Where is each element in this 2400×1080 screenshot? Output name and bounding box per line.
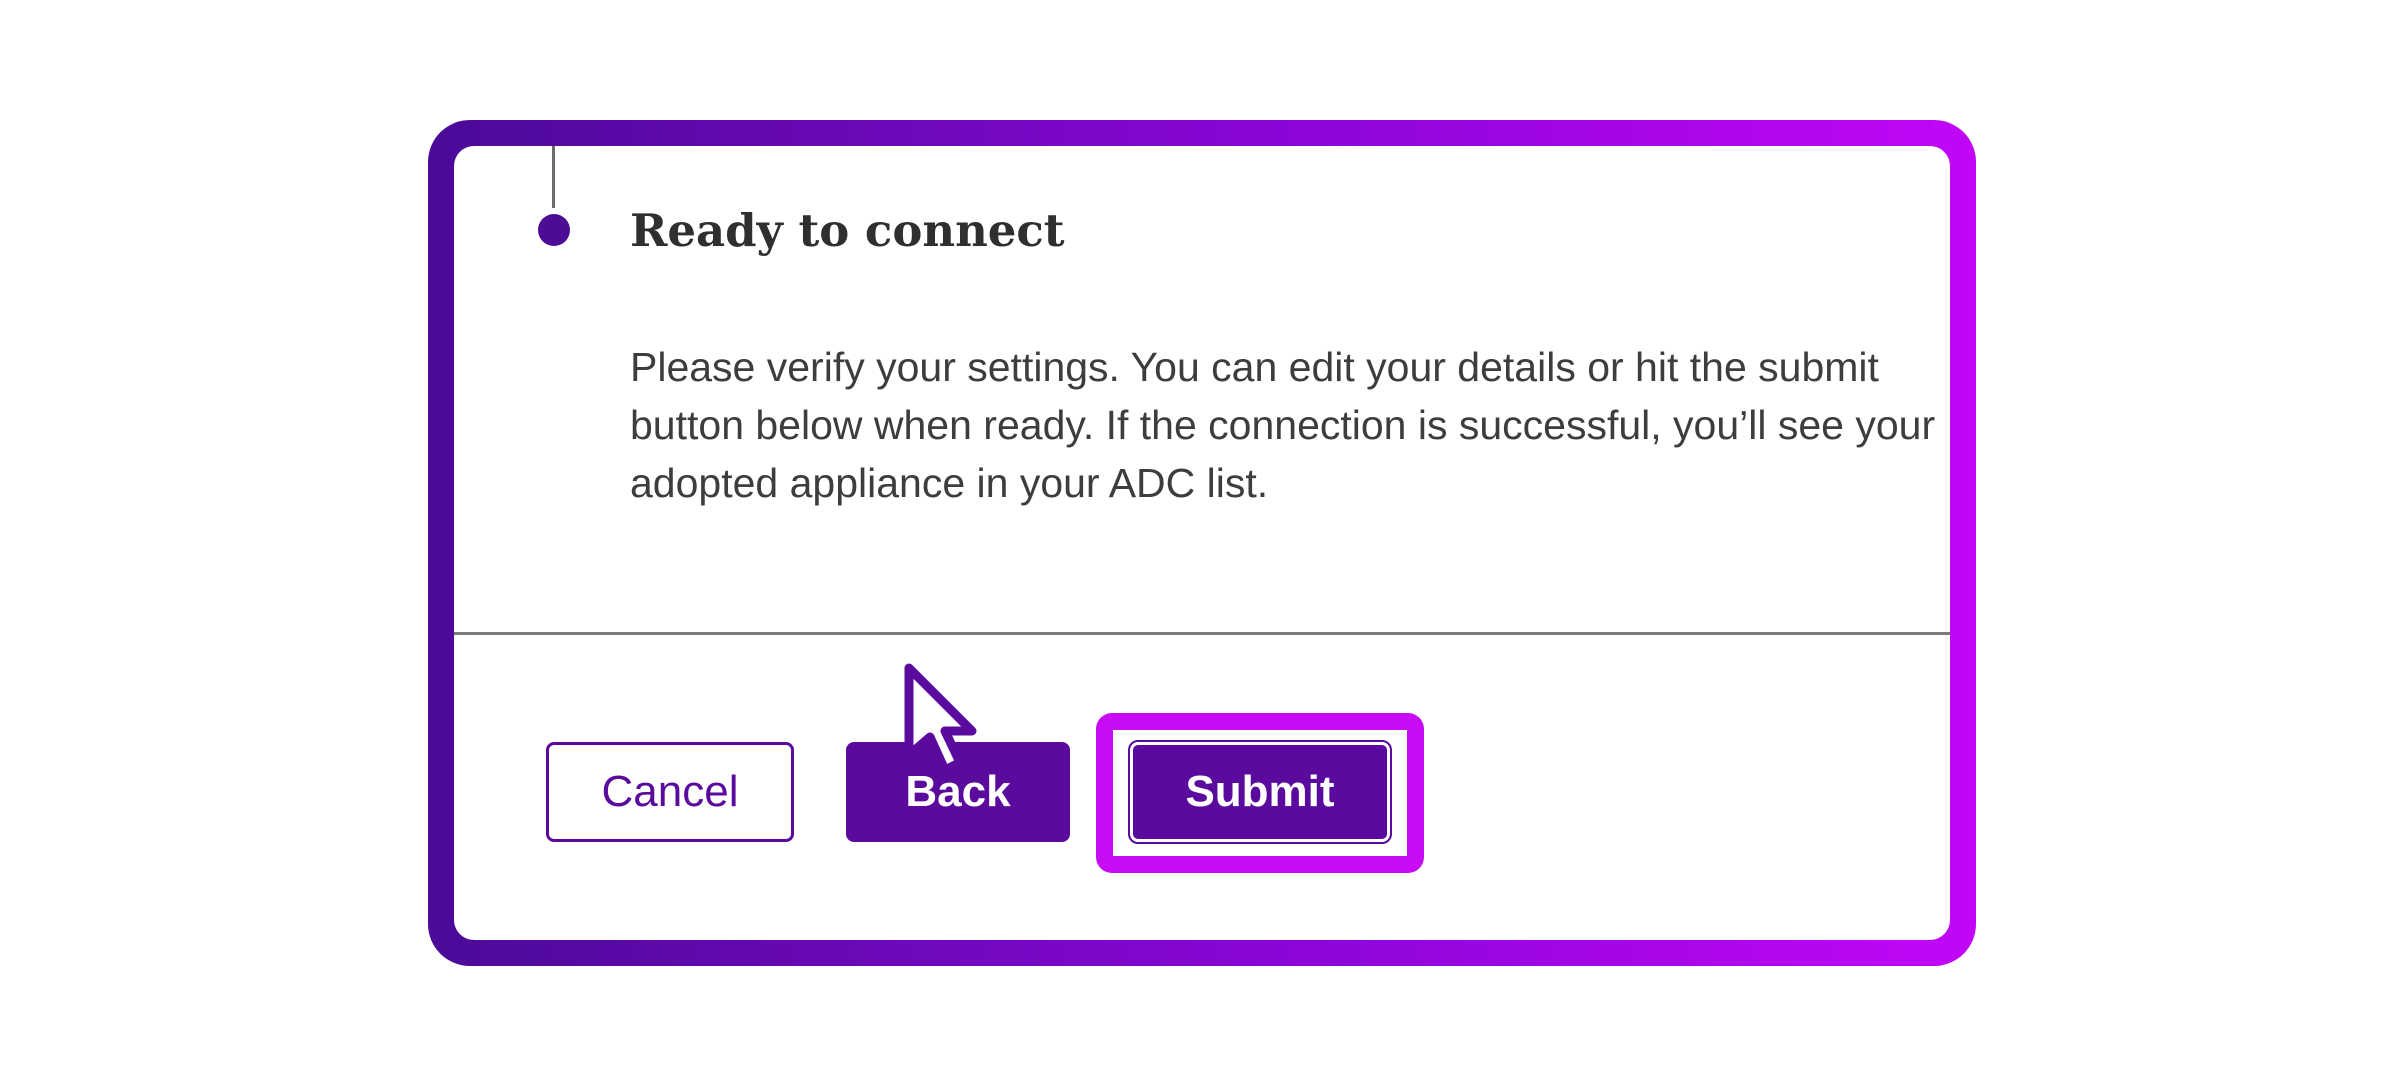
dialog-panel: Ready to connect Please verify your sett… (454, 146, 1950, 940)
step-title: Ready to connect (630, 204, 1065, 257)
submit-button[interactable]: Submit (1128, 740, 1392, 844)
cancel-button[interactable]: Cancel (546, 742, 794, 842)
highlight-frame: Ready to connect Please verify your sett… (428, 120, 1976, 966)
step-description: Please verify your settings. You can edi… (630, 344, 1936, 506)
mouse-pointer-icon (904, 663, 977, 775)
divider (454, 632, 1950, 635)
stepper-connector (552, 146, 555, 208)
step-dot-icon (538, 214, 570, 246)
